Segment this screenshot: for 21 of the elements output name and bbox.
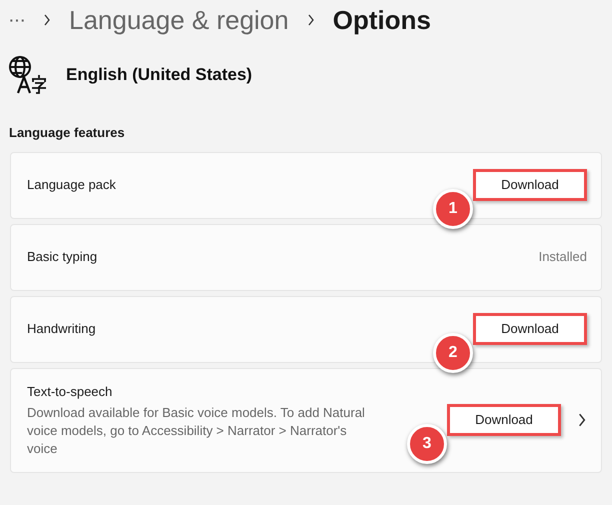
section-title: Language features: [8, 124, 126, 142]
feature-title: Text-to-speech: [27, 383, 114, 402]
feature-description: Download available for Basic voice models. To add Natural voice models, go to Accessibility > Narrator > Narrator's voice: [27, 404, 366, 458]
callout-badge: 1: [433, 189, 473, 229]
language-name: English (United States): [66, 64, 252, 86]
installed-status: Installed: [538, 248, 587, 266]
download-button[interactable]: Download: [473, 169, 587, 201]
language-icon: [8, 55, 48, 95]
chevron-icon: [306, 14, 315, 26]
download-button[interactable]: Download: [447, 404, 561, 436]
callout-badge: 2: [433, 333, 473, 373]
feature-title: Handwriting: [27, 320, 97, 338]
chevron-icon: [577, 413, 587, 427]
feature-title: Basic typing: [27, 248, 98, 266]
breadcrumb-item: Options: [332, 4, 431, 36]
chevron-icon: [42, 14, 51, 26]
more-button[interactable]: ···: [8, 5, 25, 35]
breadcrumb-item[interactable]: Language & region: [68, 0, 289, 40]
feature-title: Language pack: [27, 176, 117, 194]
callout-badge: 3: [407, 424, 447, 464]
download-button[interactable]: Download: [473, 313, 587, 345]
